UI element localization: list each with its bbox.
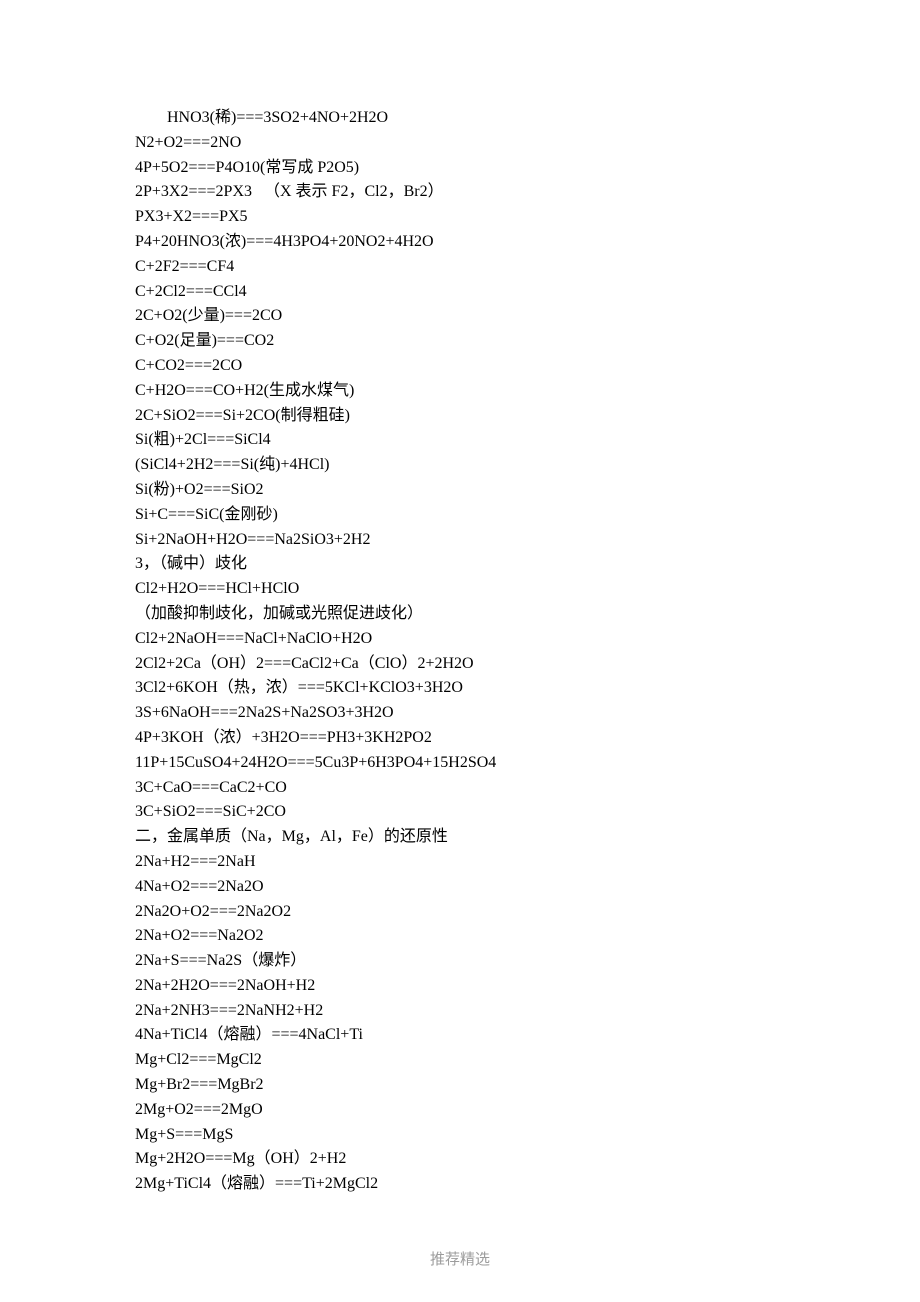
equation-line: 2Na+O2===Na2O2 (135, 924, 920, 949)
equation-line: 3S+6NaOH===2Na2S+Na2SO3+3H2O (135, 701, 920, 726)
equation-line: 2C+O2(少量)===2CO (135, 304, 920, 329)
equation-line: HNO3(稀)===3SO2+4NO+2H2O (135, 106, 920, 131)
equation-line: 2C+SiO2===Si+2CO(制得粗硅) (135, 404, 920, 429)
equation-line: P4+20HNO3(浓)===4H3PO4+20NO2+4H2O (135, 230, 920, 255)
equation-line: 4Na+O2===2Na2O (135, 875, 920, 900)
equation-line: Si+2NaOH+H2O===Na2SiO3+2H2 (135, 528, 920, 553)
equation-line: 2Na2O+O2===2Na2O2 (135, 900, 920, 925)
equation-line: C+2Cl2===CCl4 (135, 280, 920, 305)
equation-line: 2Na+H2===2NaH (135, 850, 920, 875)
equation-line: Si(粗)+2Cl===SiCl4 (135, 428, 920, 453)
equation-line: 4Na+TiCl4（熔融）===4NaCl+Ti (135, 1023, 920, 1048)
equation-line: 2Mg+O2===2MgO (135, 1098, 920, 1123)
document-page: HNO3(稀)===3SO2+4NO+2H2ON2+O2===2NO4P+5O2… (0, 0, 920, 1302)
equation-line: Mg+2H2O===Mg（OH）2+H2 (135, 1147, 920, 1172)
equation-line: Si+C===SiC(金刚砂) (135, 503, 920, 528)
equation-line: 3Cl2+6KOH（热，浓）===5KCl+KClO3+3H2O (135, 676, 920, 701)
equation-line: 3，（碱中）歧化 (135, 552, 920, 577)
equation-line: 二，金属单质（Na，Mg，Al，Fe）的还原性 (135, 825, 920, 850)
equation-line: Mg+S===MgS (135, 1123, 920, 1148)
equation-line: C+CO2===2CO (135, 354, 920, 379)
equation-line: PX3+X2===PX5 (135, 205, 920, 230)
equation-line: 2P+3X2===2PX3 （X 表示 F2，Cl2，Br2） (135, 180, 920, 205)
equation-line: C+2F2===CF4 (135, 255, 920, 280)
equation-line: 4P+5O2===P4O10(常写成 P2O5) (135, 156, 920, 181)
equation-line: 2Cl2+2Ca（OH）2===CaCl2+Ca（ClO）2+2H2O (135, 652, 920, 677)
equation-line: 2Na+S===Na2S（爆炸） (135, 949, 920, 974)
equation-line: Cl2+H2O===HCl+HClO (135, 577, 920, 602)
equation-line: Mg+Br2===MgBr2 (135, 1073, 920, 1098)
equation-line: 2Na+2H2O===2NaOH+H2 (135, 974, 920, 999)
equation-line: Mg+Cl2===MgCl2 (135, 1048, 920, 1073)
equation-line: Si(粉)+O2===SiO2 (135, 478, 920, 503)
equation-line: （加酸抑制歧化，加碱或光照促进歧化） (135, 602, 920, 627)
equation-line: Cl2+2NaOH===NaCl+NaClO+H2O (135, 627, 920, 652)
equation-line: C+H2O===CO+H2(生成水煤气) (135, 379, 920, 404)
equation-line: 2Na+2NH3===2NaNH2+H2 (135, 999, 920, 1024)
equation-line: 4P+3KOH（浓）+3H2O===PH3+3KH2PO2 (135, 726, 920, 751)
equation-line: 11P+15CuSO4+24H2O===5Cu3P+6H3PO4+15H2SO4 (135, 751, 920, 776)
chemistry-equations-block: HNO3(稀)===3SO2+4NO+2H2ON2+O2===2NO4P+5O2… (135, 106, 920, 1197)
footer-text: 推荐精选 (0, 1249, 920, 1272)
equation-line: 3C+CaO===CaC2+CO (135, 776, 920, 801)
equation-line: 2Mg+TiCl4（熔融）===Ti+2MgCl2 (135, 1172, 920, 1197)
equation-line: N2+O2===2NO (135, 131, 920, 156)
equation-line: C+O2(足量)===CO2 (135, 329, 920, 354)
equation-line: 3C+SiO2===SiC+2CO (135, 800, 920, 825)
equation-line: (SiCl4+2H2===Si(纯)+4HCl) (135, 453, 920, 478)
